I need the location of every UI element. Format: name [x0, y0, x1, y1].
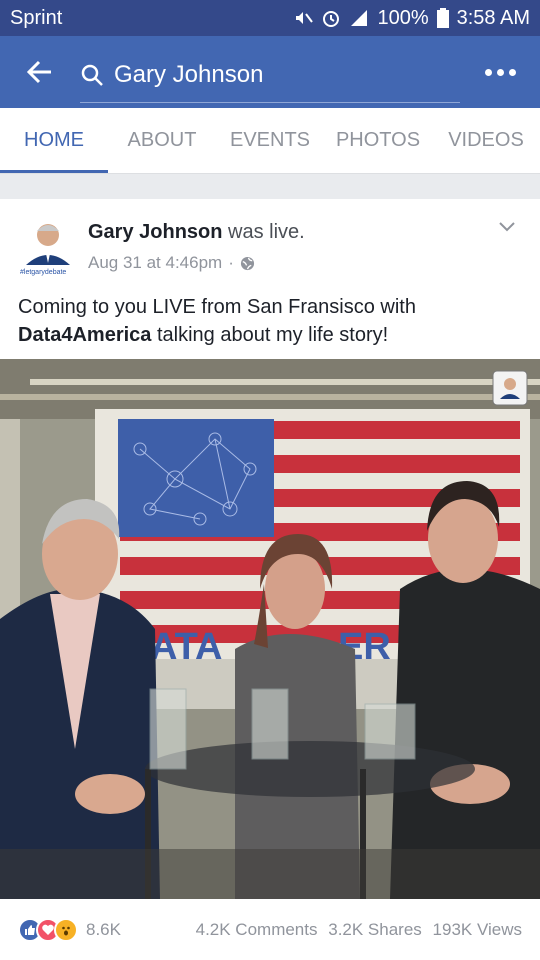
- avatar-caption: #letgarydebate: [20, 269, 66, 276]
- tab-home[interactable]: HOME: [0, 108, 108, 173]
- author-name[interactable]: Gary Johnson: [88, 221, 222, 243]
- post-meta: Aug 31 at 4:46pm ·: [88, 253, 255, 273]
- glass-right: [364, 703, 416, 760]
- search-field[interactable]: Gary Johnson: [80, 47, 460, 103]
- alarm-icon: [323, 11, 340, 27]
- tab-events[interactable]: EVENTS: [216, 108, 324, 173]
- post-date[interactable]: Aug 31 at 4:46pm: [88, 253, 222, 273]
- live-video[interactable]: ATA ER: [0, 359, 540, 899]
- reaction-count[interactable]: 8.6K: [86, 920, 190, 940]
- post-text-page-link[interactable]: Data4America: [18, 324, 151, 346]
- post-text-end: talking about my life story!: [151, 324, 389, 346]
- post-text-start: Coming to you LIVE from San Fransisco wi…: [18, 296, 416, 318]
- comments-count[interactable]: 4.2K Comments: [196, 920, 318, 939]
- post-stats: 4.2K Comments 3.2K Shares 193K Views: [190, 920, 522, 940]
- feed-separator: [0, 175, 540, 199]
- post-header: #letgarydebate Gary Johnson was live. Au…: [18, 215, 522, 281]
- video-avatar-badge[interactable]: [492, 370, 528, 406]
- glass-left: [149, 688, 187, 770]
- back-button[interactable]: [0, 36, 80, 108]
- live-post: #letgarydebate Gary Johnson was live. Au…: [0, 199, 540, 960]
- avatar-image: #letgarydebate: [18, 215, 78, 277]
- search-icon: [81, 64, 103, 86]
- search-query: Gary Johnson: [114, 60, 264, 88]
- back-arrow-icon: [27, 60, 51, 84]
- battery-icon: [436, 8, 449, 28]
- status-bar: Sprint 100% 3:58 AM: [0, 0, 540, 36]
- tab-videos[interactable]: VIDEOS: [432, 108, 540, 173]
- post-footer: 8.6K 4.2K Comments 3.2K Shares 193K View…: [0, 899, 540, 960]
- signal-lte-icon: [351, 10, 368, 26]
- carrier-label: Sprint: [10, 6, 63, 29]
- meta-separator: ·: [228, 253, 234, 272]
- glass-middle: [251, 688, 289, 760]
- tab-photos[interactable]: PHOTOS: [324, 108, 432, 173]
- shares-count[interactable]: 3.2K Shares: [328, 920, 422, 939]
- dot-icon: [496, 68, 504, 76]
- post-author-line: Gary Johnson was live.: [88, 221, 305, 244]
- dot-icon: [484, 68, 492, 76]
- views-count: 193K Views: [432, 919, 522, 939]
- more-options-button[interactable]: [460, 36, 540, 108]
- page-tabs: HOME ABOUT EVENTS PHOTOS VIDEOS: [0, 108, 540, 174]
- status-icons: 100% 3:58 AM: [293, 7, 530, 30]
- wow-reaction-icon: [54, 917, 78, 942]
- post-text: Coming to you LIVE from San Fransisco wi…: [18, 293, 523, 349]
- globe-icon: [240, 256, 254, 270]
- post-action: was live.: [228, 221, 305, 243]
- clock: 3:58 AM: [456, 6, 530, 29]
- tab-about[interactable]: ABOUT: [108, 108, 216, 173]
- reactions[interactable]: [18, 917, 78, 942]
- video-frame: ATA ER: [0, 359, 540, 899]
- mute-icon: [296, 12, 314, 24]
- flag-canton: [118, 419, 274, 537]
- dot-icon: [508, 68, 516, 76]
- battery-percent: 100%: [377, 6, 429, 29]
- avatar[interactable]: #letgarydebate: [18, 215, 78, 277]
- chevron-down-icon[interactable]: [498, 221, 516, 233]
- app-bar: Gary Johnson: [0, 36, 540, 108]
